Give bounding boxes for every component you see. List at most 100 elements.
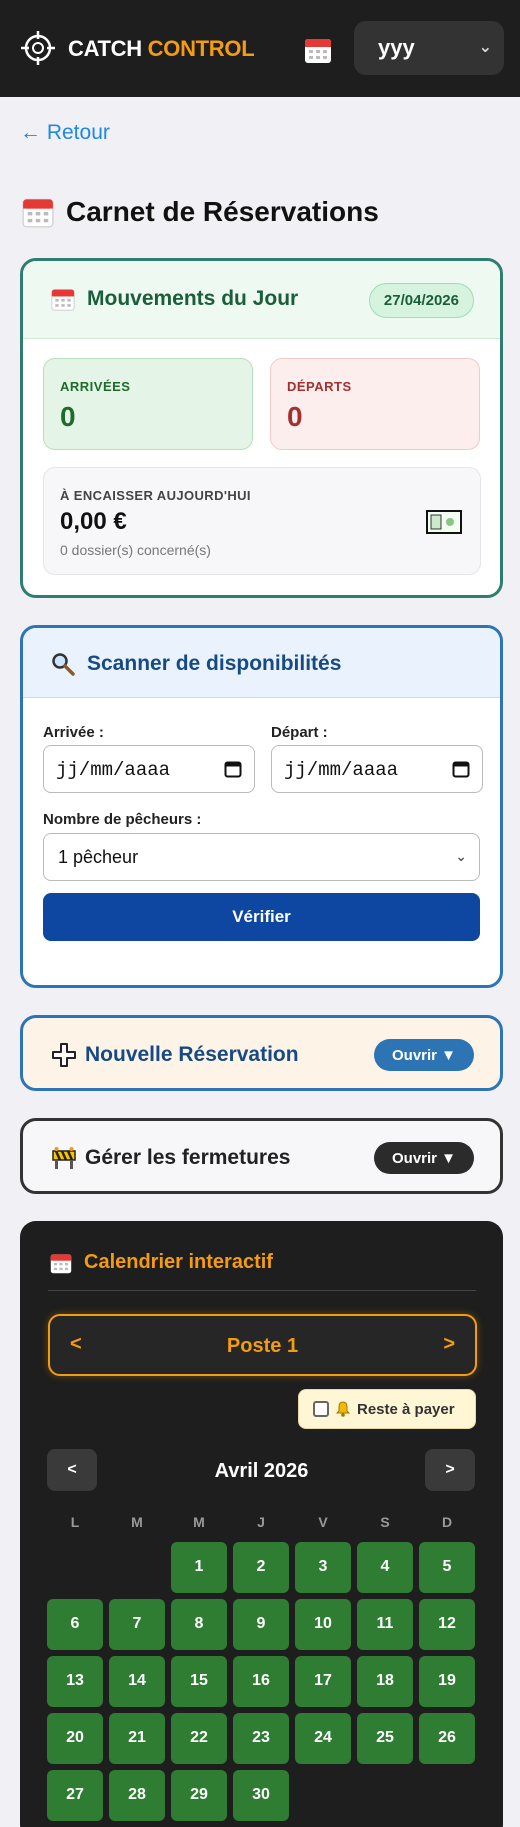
target-logo-icon [21,31,55,65]
calendar-day[interactable]: 12 [419,1599,475,1650]
weekday-header: D [441,1514,453,1530]
user-select[interactable]: yyy ⌄ [354,21,504,75]
top-bar: CATCH CONTROL yyy ⌄ [0,0,520,97]
departure-date-placeholder: jj/mm/aaaa [284,759,399,781]
weekday-header: L [70,1514,80,1530]
back-link[interactable]: ← Retour [20,121,110,145]
calendar-icon [51,289,75,311]
scanner-header: Scanner de disponibilités [23,628,500,698]
calendar-day[interactable]: 22 [171,1713,227,1764]
barrier-icon [52,1147,76,1169]
calendar-day[interactable]: 2 [233,1542,289,1593]
calendar-day[interactable]: 19 [419,1656,475,1707]
open-closures-button[interactable]: Ouvrir ▼ [374,1142,474,1174]
interactive-calendar-card: Calendrier interactif Poste 1 < > Reste … [20,1221,503,1827]
calendar-title: Calendrier interactif [50,1251,273,1274]
chevron-down-icon: ⌄ [455,848,467,864]
departure-label: Départ : [271,724,328,741]
calendar-icon [50,1253,72,1273]
calendar-day[interactable]: 6 [47,1599,103,1650]
departures-label: DÉPARTS [287,379,352,394]
scanner-title: Scanner de disponibilités [51,652,341,676]
calendar-day[interactable]: 14 [109,1656,165,1707]
weekday-header: M [131,1514,143,1530]
calendar-day[interactable]: 15 [171,1656,227,1707]
plus-icon [52,1043,76,1067]
calendar-day[interactable]: 18 [357,1656,413,1707]
arrival-label: Arrivée : [43,724,104,741]
anglers-count-select[interactable]: 1 pêcheur ⌄ [43,833,480,881]
date-badge: 27/04/2026 [368,283,474,318]
to-collect-label: À ENCAISSER AUJOURD'HUI [60,488,251,503]
next-month-button[interactable]: > [425,1449,475,1491]
banknote-icon [426,510,462,534]
calendar-day[interactable]: 11 [357,1599,413,1650]
calendar-day[interactable]: 7 [109,1599,165,1650]
calendar-day[interactable]: 16 [233,1656,289,1707]
new-booking-title-text: Nouvelle Réservation [85,1043,299,1066]
page-title: Carnet de Réservations [22,196,379,228]
calendar-day[interactable]: 13 [47,1656,103,1707]
closures-card[interactable]: Gérer les fermetures Ouvrir ▼ [20,1118,503,1194]
calendar-day[interactable]: 8 [171,1599,227,1650]
calendar-day[interactable]: 5 [419,1542,475,1593]
previous-poste-button[interactable]: < [70,1333,82,1356]
calendar-picker-icon[interactable] [224,760,242,778]
calendar-day[interactable]: 28 [109,1770,165,1821]
calendar-day[interactable]: 29 [171,1770,227,1821]
bell-icon [335,1401,351,1417]
daily-movements-title-text: Mouvements du Jour [87,287,299,310]
calendar-icon[interactable] [304,36,332,64]
calendar-day[interactable]: 9 [233,1599,289,1650]
brand-name: CATCH CONTROL [68,36,255,61]
calendar-day[interactable]: 27 [47,1770,103,1821]
user-select-value: yyy [378,35,415,60]
page-title-text: Carnet de Réservations [66,196,379,227]
weekday-header: J [257,1514,265,1530]
calendar-picker-icon[interactable] [452,760,470,778]
weekday-header: V [318,1514,328,1530]
to-collect-panel: À ENCAISSER AUJOURD'HUI 0,00 € 0 dossier… [43,467,481,575]
new-booking-card[interactable]: Nouvelle Réservation Ouvrir ▼ [20,1015,503,1091]
departures-value: 0 [287,401,303,432]
calendar-day[interactable]: 17 [295,1656,351,1707]
verify-button[interactable]: Vérifier [43,893,480,941]
calendar-day[interactable]: 30 [233,1770,289,1821]
balance-due-toggle[interactable]: Reste à payer [298,1389,476,1429]
balance-due-checkbox[interactable] [313,1401,329,1417]
daily-movements-title: Mouvements du Jour [51,287,298,311]
calendar-day[interactable]: 26 [419,1713,475,1764]
divider [48,1290,476,1291]
departures-stat: DÉPARTS 0 [270,358,480,450]
previous-month-button[interactable]: < [47,1449,97,1491]
departure-date-input[interactable]: jj/mm/aaaa [271,745,483,793]
calendar-day[interactable]: 3 [295,1542,351,1593]
arrivals-value: 0 [60,401,76,432]
poste-selector: Poste 1 < > [48,1314,477,1376]
calendar-day[interactable]: 24 [295,1713,351,1764]
calendar-day[interactable]: 25 [357,1713,413,1764]
calendar-day[interactable]: 4 [357,1542,413,1593]
closures-title-text: Gérer les fermetures [85,1146,291,1169]
next-poste-button[interactable]: > [443,1333,455,1356]
arrivals-stat: ARRIVÉES 0 [43,358,253,450]
poste-name: Poste 1 [226,1335,299,1357]
to-collect-value: 0,00 € [60,508,127,535]
anglers-count-label: Nombre de pêcheurs : [43,811,202,828]
daily-movements-card: Mouvements du Jour 27/04/2026 ARRIVÉES 0… [20,258,503,598]
calendar-day[interactable]: 1 [171,1542,227,1593]
to-collect-subtext: 0 dossier(s) concerné(s) [60,542,211,558]
calendar-day[interactable]: 10 [295,1599,351,1650]
open-new-booking-button[interactable]: Ouvrir ▼ [374,1039,474,1071]
arrival-date-placeholder: jj/mm/aaaa [56,759,171,781]
anglers-count-value: 1 pêcheur [58,847,139,867]
calendar-icon [22,198,54,228]
arrival-date-input[interactable]: jj/mm/aaaa [43,745,255,793]
weekday-header: M [193,1514,205,1530]
balance-due-label: Reste à payer [357,1401,455,1418]
calendar-day[interactable]: 20 [47,1713,103,1764]
calendar-title-text: Calendrier interactif [84,1251,273,1273]
calendar-day[interactable]: 23 [233,1713,289,1764]
calendar-day[interactable]: 21 [109,1713,165,1764]
availability-scanner-card: Scanner de disponibilités Arrivée : Dépa… [20,625,503,988]
